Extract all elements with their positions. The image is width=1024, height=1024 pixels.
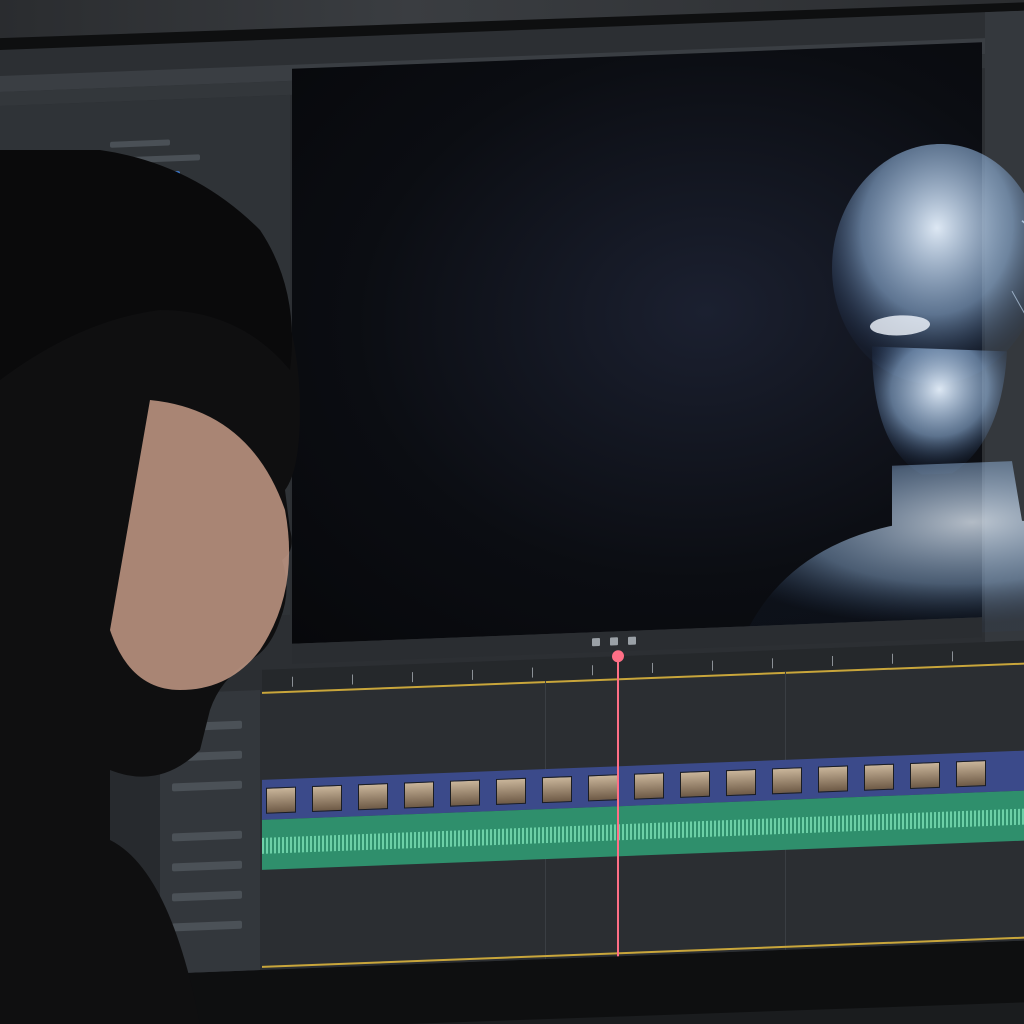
- ruler-tick: [712, 660, 713, 671]
- ruler-tick: [532, 667, 533, 678]
- ruler-tick: [832, 655, 833, 667]
- ruler-tick: [352, 674, 353, 685]
- forward-icon[interactable]: [628, 636, 636, 645]
- clip-thumbnail[interactable]: [450, 779, 480, 807]
- clip-thumbnail[interactable]: [864, 763, 894, 791]
- clip-thumbnail[interactable]: [588, 774, 618, 802]
- program-viewer[interactable]: [292, 42, 1024, 644]
- person-silhouette: [0, 150, 300, 1024]
- ruler-tick: [592, 665, 593, 676]
- ruler-tick: [412, 672, 413, 683]
- clip-thumbnail[interactable]: [404, 781, 434, 809]
- photo-scene: [0, 0, 1024, 1024]
- audio-waveform: [262, 808, 1024, 854]
- ruler-tick: [892, 653, 893, 664]
- clip-thumbnail[interactable]: [496, 777, 526, 805]
- ruler-tick: [772, 658, 773, 669]
- clip-thumbnail[interactable]: [956, 760, 986, 788]
- clip-thumbnail[interactable]: [634, 772, 664, 800]
- clip-thumbnail[interactable]: [910, 761, 940, 790]
- ruler-tick: [652, 662, 653, 673]
- play-icon[interactable]: [610, 637, 618, 646]
- ruler-tick: [952, 651, 953, 662]
- hologram-figure: [742, 143, 1024, 642]
- clip-thumbnail[interactable]: [680, 770, 710, 798]
- clip-thumbnail[interactable]: [542, 776, 572, 804]
- clip-thumbnail[interactable]: [726, 768, 756, 797]
- ruler-tick: [472, 669, 473, 680]
- clip-thumbnail[interactable]: [818, 765, 848, 793]
- panel-row[interactable]: [110, 139, 170, 148]
- clip-thumbnail[interactable]: [358, 783, 388, 811]
- playhead[interactable]: [617, 656, 619, 977]
- clip-thumbnail[interactable]: [772, 767, 802, 795]
- rewind-icon[interactable]: [592, 637, 600, 647]
